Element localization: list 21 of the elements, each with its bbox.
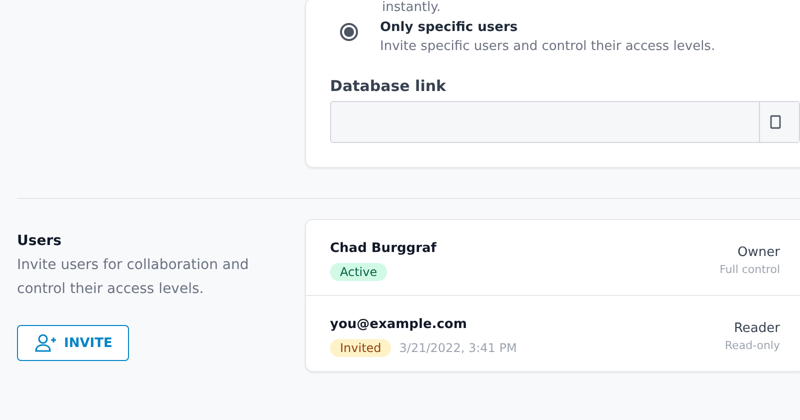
radio-button[interactable] (340, 23, 358, 41)
user-role: Reader (732, 321, 780, 336)
user-role: Owner (736, 245, 780, 260)
status-badge: Active (330, 263, 388, 281)
invite-date: 3/21/2022, 3:41 PM (399, 341, 517, 355)
user-name: Chad Burggraf (330, 240, 436, 258)
add-user-icon (34, 334, 58, 352)
option-description: instantly. (382, 0, 442, 17)
invite-button[interactable]: INVITE (17, 325, 130, 361)
database-link-field[interactable] (330, 101, 800, 143)
copy-button[interactable] (759, 102, 799, 142)
role-description: Read-only (724, 339, 780, 352)
role-description: Full control (720, 263, 780, 276)
copy-icon (770, 115, 782, 129)
status-badge: Invited (330, 339, 392, 357)
option-label: Only specific users (380, 19, 519, 37)
option-description: Invite specific users and control their access levels. (380, 38, 716, 56)
section-description: Invite users for collaboration and control their access levels. (17, 256, 250, 299)
field-label: Database link (330, 77, 447, 95)
section-title: Users (17, 232, 62, 251)
user-name: you@example.com (330, 316, 468, 334)
